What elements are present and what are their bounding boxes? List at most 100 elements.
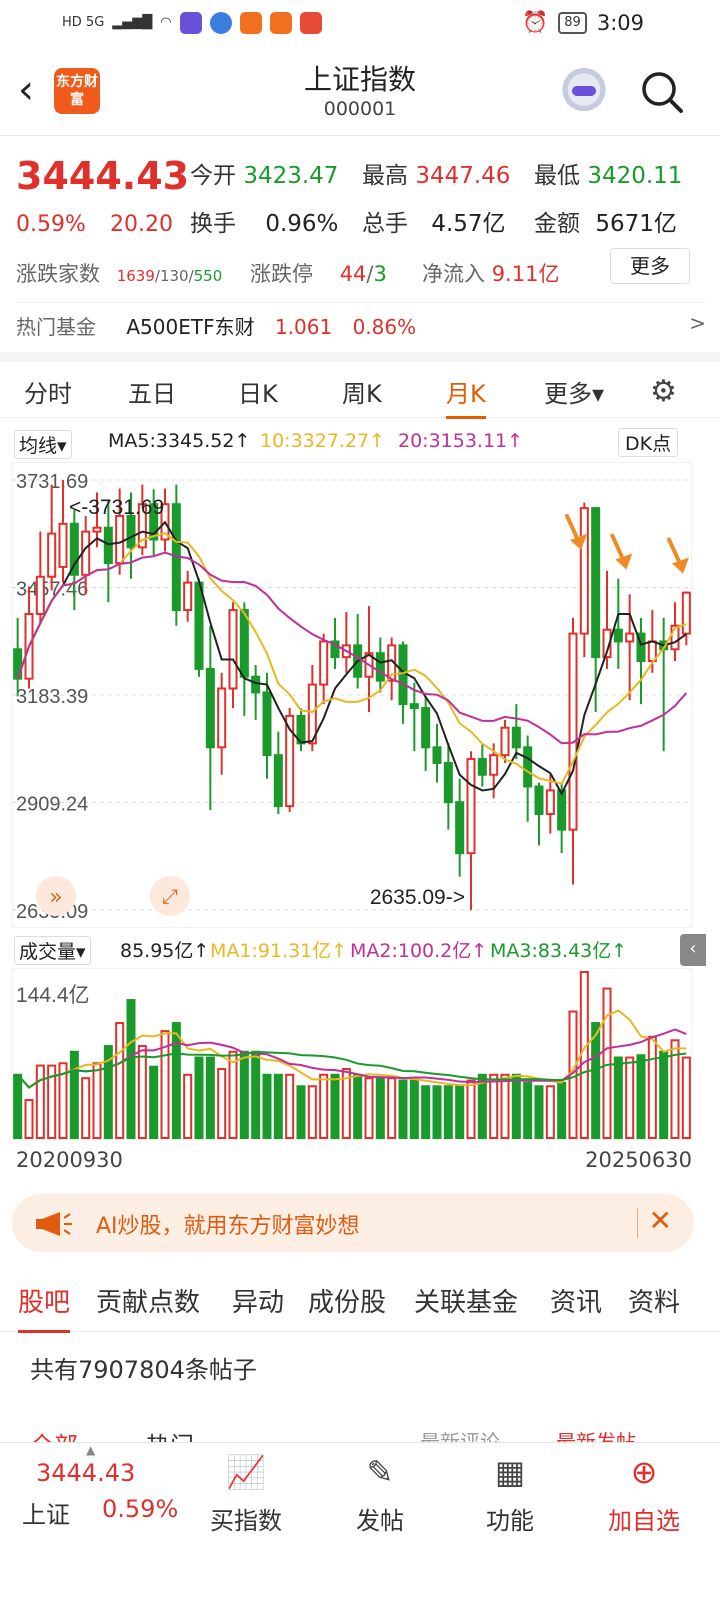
volume-bar — [443, 1085, 453, 1139]
tab-daily-k[interactable]: 日K — [238, 374, 278, 409]
breadth-row: 涨跌家数 1639/130/550 — [16, 262, 223, 286]
breadth-down: 550 — [193, 267, 223, 285]
collapse-panel-icon[interactable]: ‹ — [680, 934, 706, 966]
volume-bar — [511, 1073, 521, 1139]
volume-bar — [466, 1079, 476, 1139]
page-title: 上证指数 — [303, 63, 416, 96]
network-label: HD 5G — [62, 15, 105, 30]
candle-body — [421, 707, 431, 749]
candle-body — [613, 628, 623, 643]
ai-promo-banner[interactable]: AI炒股，就用东方财富妙想 ✕ — [12, 1194, 694, 1252]
candle-body — [126, 514, 136, 549]
volume-frame — [12, 968, 692, 1140]
high-value: 3447.46 — [415, 163, 511, 189]
volume-chart[interactable]: 144.4亿 — [12, 968, 692, 1140]
low-value: 3420.11 — [587, 163, 683, 189]
add-watchlist-button[interactable]: ⊕ 加自选 — [596, 1451, 692, 1536]
candle-body — [251, 675, 261, 694]
wifi-icon: ◠ — [160, 15, 172, 30]
volume-selector[interactable]: 成交量▾ — [14, 936, 91, 965]
tab-movement[interactable]: 异动 — [232, 1282, 284, 1319]
content-tabs: 股吧 贡献点数 异动 成份股 关联基金 资讯 资料 — [0, 1270, 720, 1333]
breadth-label: 涨跌家数 — [16, 262, 100, 286]
volume-bar — [398, 1079, 408, 1139]
candle-body — [681, 591, 691, 635]
indicator-selector[interactable]: 均线▾ — [14, 430, 72, 459]
candle-body — [228, 609, 238, 690]
more-button[interactable]: 更多 — [610, 248, 690, 284]
volume-bar — [273, 1073, 283, 1139]
close-icon[interactable]: ✕ — [649, 1204, 672, 1237]
kline-chart[interactable]: 3731.693457.463183.392909.242635.09 <-37… — [12, 462, 692, 928]
tab-profile[interactable]: 资料 — [628, 1282, 680, 1319]
stock-code: 000001 — [323, 98, 397, 120]
tab-guba[interactable]: 股吧 — [18, 1282, 71, 1333]
gear-icon[interactable]: ⚙ — [650, 374, 677, 409]
candle-body — [625, 632, 635, 643]
post-button[interactable]: ✎ 发帖 — [340, 1451, 420, 1536]
sort-latest-reply[interactable]: 最新评论 — [420, 1426, 500, 1442]
quote-row-1: 今开 3423.47 — [190, 156, 338, 190]
volume-bar — [285, 1073, 295, 1139]
volume-bar — [307, 1085, 317, 1139]
volume-bar — [92, 1062, 102, 1139]
breadth-up: 1639 — [116, 267, 155, 285]
amount-label: 金额 — [534, 211, 580, 237]
tab-monthly-k[interactable]: 月K — [446, 374, 486, 419]
candle-body — [579, 507, 589, 635]
change-percent: 0.59% — [16, 212, 86, 237]
volume-bar — [455, 1085, 465, 1139]
app-notification-icon — [179, 12, 202, 34]
alarm-icon: ⏰ — [522, 10, 549, 34]
hot-fund-name: A500ETF东财 — [126, 315, 255, 339]
candle-body — [319, 640, 329, 686]
netflow-row: 净流入 9.11亿 — [422, 258, 559, 288]
sort-latest-post[interactable]: 最新发帖 — [556, 1426, 636, 1442]
partially-hidden-row: 全部 热门 最新评论 最新发帖 — [0, 1420, 720, 1442]
tab-constituents[interactable]: 成份股 — [308, 1282, 386, 1319]
battery-indicator: 89 — [558, 11, 587, 34]
ma-legend: 均线▾ MA5:3345.52↑ 10:3327.27↑ 20:3153.11↑… — [0, 428, 720, 460]
candle-body — [92, 526, 102, 533]
volume-bar — [194, 1056, 204, 1139]
netflow-value: 9.11亿 — [491, 262, 560, 286]
search-icon[interactable] — [640, 70, 684, 114]
tab-related-funds[interactable]: 关联基金 — [414, 1282, 518, 1319]
tab-contribution[interactable]: 贡献点数 — [96, 1282, 200, 1319]
candle-body — [115, 514, 125, 565]
post-label: 发帖 — [356, 1507, 404, 1535]
limit-up: 44 — [339, 262, 367, 286]
functions-button[interactable]: ▦ 功能 — [470, 1451, 550, 1536]
volume-bar — [489, 1073, 499, 1139]
add-watchlist-label: 加自选 — [608, 1507, 680, 1535]
volume-bar — [659, 1050, 669, 1139]
app-notification-icon — [269, 12, 292, 34]
bottom-toolbar: ▲ 3444.43 上证 0.59% 📈 买指数 ✎ 发帖 ▦ 功能 ⊕ 加自选 — [0, 1442, 720, 1600]
buy-index-label: 买指数 — [210, 1507, 282, 1535]
tab-weekly-k[interactable]: 周K — [342, 374, 382, 409]
quote-panel: 3444.43 0.59% 20.20 今开 3423.47 最高 3447.4… — [0, 136, 720, 352]
ma10-value: 10:3327.27↑ — [260, 430, 386, 452]
candle-body — [205, 667, 215, 749]
status-right: ⏰ 89 3:09 — [522, 10, 644, 35]
tab-more[interactable]: 更多▾ — [544, 374, 604, 409]
tab-five-day[interactable]: 五日 — [128, 374, 176, 409]
y-tick-label: 3183.39 — [16, 686, 88, 708]
tab-news[interactable]: 资讯 — [550, 1282, 602, 1319]
amount-value: 5671亿 — [595, 211, 677, 237]
filter-all[interactable]: 全部 — [30, 1426, 78, 1442]
volume-bar — [625, 1056, 635, 1139]
buy-index-button[interactable]: 📈 买指数 — [206, 1451, 286, 1536]
tab-intraday[interactable]: 分时 — [24, 374, 72, 409]
footer-index-name[interactable]: 上证 — [22, 1495, 70, 1530]
volume-bar — [557, 1081, 567, 1139]
ai-robot-icon[interactable] — [560, 68, 608, 116]
hot-fund-row[interactable]: 热门基金 A500ETF东财 1.061 0.86% > — [16, 302, 706, 340]
megaphone-icon — [36, 1212, 72, 1236]
volume-bar — [579, 971, 589, 1139]
volume-bar — [500, 1073, 510, 1139]
dk-point-button[interactable]: DK点 — [618, 428, 679, 457]
filter-hot[interactable]: 热门 — [146, 1426, 194, 1442]
vol-ma3: MA3:83.43亿↑ — [490, 940, 628, 962]
limit-label: 涨跌停 — [250, 262, 313, 286]
